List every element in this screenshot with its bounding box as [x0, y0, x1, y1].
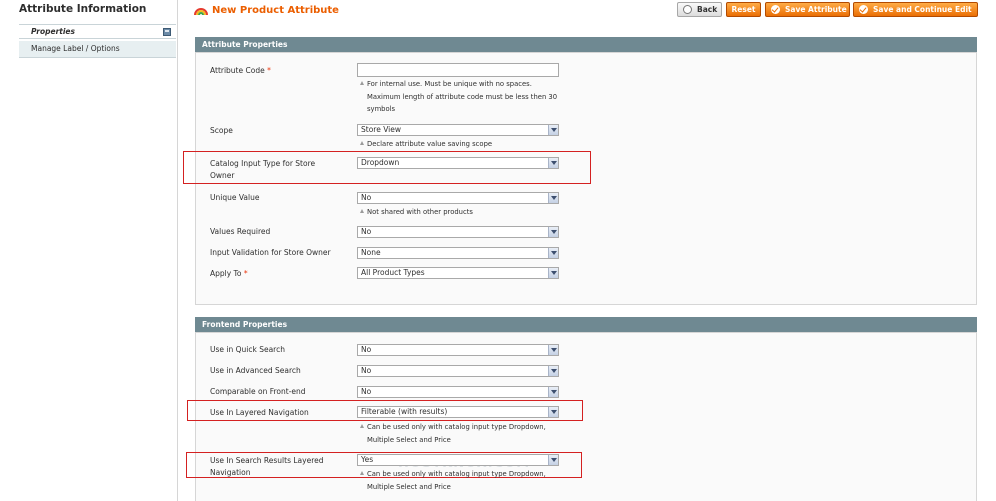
sidebar: Attribute Information Properties Manage … [0, 0, 178, 501]
reset-button-label: Reset [731, 5, 756, 14]
back-button-label: Back [697, 5, 718, 14]
apply-to-label: Apply To * [210, 269, 248, 278]
tab-properties[interactable]: Properties [19, 24, 176, 39]
back-button[interactable]: Back [677, 2, 722, 17]
comparable-label: Comparable on Front-end [210, 387, 306, 396]
note-arrow-icon [360, 424, 364, 428]
attribute-code-input[interactable] [357, 63, 559, 77]
input-type-label: Catalog Input Type for Store Owner [210, 159, 316, 180]
layered-nav-label: Use In Layered Navigation [210, 408, 309, 417]
frontend-properties-header: Frontend Properties [195, 317, 977, 332]
page-title: New Product Attribute [212, 5, 339, 16]
note-arrow-icon [360, 471, 364, 475]
values-required-select[interactable]: No [357, 226, 559, 238]
chevron-down-icon [548, 366, 558, 376]
tab-manage-label-options-label: Manage Label / Options [31, 44, 120, 53]
quick-search-select[interactable]: No [357, 344, 559, 356]
chevron-down-icon [548, 407, 558, 417]
advanced-search-label: Use in Advanced Search [210, 366, 301, 375]
chevron-down-icon [548, 268, 558, 278]
input-type-select[interactable]: Dropdown [357, 157, 559, 169]
layered-nav-select[interactable]: Filterable (with results) [357, 406, 559, 418]
floppy-disk-icon [163, 28, 171, 36]
attribute-properties-header: Attribute Properties [195, 37, 977, 52]
search-layered-nav-select[interactable]: Yes [357, 454, 559, 466]
back-arrow-icon [683, 5, 692, 14]
input-validation-label: Input Validation for Store Owner [210, 248, 331, 257]
tab-manage-label-options[interactable]: Manage Label / Options [19, 41, 176, 58]
sidebar-divider [177, 0, 178, 501]
input-validation-select[interactable]: None [357, 247, 559, 259]
apply-to-select[interactable]: All Product Types [357, 267, 559, 279]
rainbow-icon [194, 8, 208, 16]
chevron-down-icon [548, 248, 558, 258]
checkmark-icon [771, 5, 780, 14]
chevron-down-icon [548, 387, 558, 397]
layered-nav-note: Can be used only with catalog input type… [360, 421, 546, 446]
scope-select[interactable]: Store View [357, 124, 559, 136]
search-layered-nav-note: Can be used only with catalog input type… [360, 468, 546, 493]
chevron-down-icon [548, 158, 558, 168]
tab-properties-label: Properties [31, 27, 75, 36]
attribute-code-label: Attribute Code * [210, 66, 271, 75]
unique-value-note: Not shared with other products [360, 206, 473, 219]
save-and-continue-button-label: Save and Continue Edit [873, 5, 972, 14]
attribute-code-note: For internal use. Must be unique with no… [360, 78, 557, 116]
chevron-down-icon [548, 193, 558, 203]
required-mark: * [243, 269, 248, 278]
reset-button[interactable]: Reset [726, 2, 761, 17]
chevron-down-icon [548, 227, 558, 237]
note-arrow-icon [360, 141, 364, 145]
chevron-down-icon [548, 125, 558, 135]
sidebar-title: Attribute Information [19, 3, 147, 15]
scope-note: Declare attribute value saving scope [360, 138, 492, 151]
required-mark: * [267, 66, 271, 75]
search-layered-nav-label: Use In Search Results Layered Navigation [210, 456, 324, 477]
scope-label: Scope [210, 126, 233, 135]
save-attribute-button-label: Save Attribute [785, 5, 847, 14]
save-attribute-button[interactable]: Save Attribute [765, 2, 850, 17]
save-and-continue-button[interactable]: Save and Continue Edit [853, 2, 978, 17]
note-arrow-icon [360, 81, 364, 85]
unique-value-label: Unique Value [210, 193, 260, 202]
chevron-down-icon [548, 345, 558, 355]
comparable-select[interactable]: No [357, 386, 559, 398]
checkmark-icon [859, 5, 868, 14]
unique-value-select[interactable]: No [357, 192, 559, 204]
quick-search-label: Use in Quick Search [210, 345, 285, 354]
values-required-label: Values Required [210, 227, 271, 236]
advanced-search-select[interactable]: No [357, 365, 559, 377]
note-arrow-icon [360, 209, 364, 213]
chevron-down-icon [548, 455, 558, 465]
